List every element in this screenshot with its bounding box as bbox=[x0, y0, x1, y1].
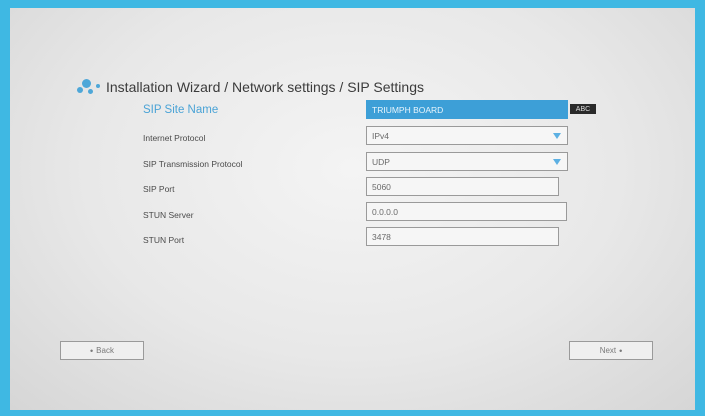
page-title: Installation Wizard / Network settings /… bbox=[106, 79, 424, 95]
sip-port-input[interactable]: 5060 bbox=[366, 177, 559, 196]
sip-transmission-protocol-label: SIP Transmission Protocol bbox=[143, 159, 243, 169]
chevron-down-icon bbox=[553, 159, 561, 165]
sip-transmission-protocol-value: UDP bbox=[372, 156, 390, 167]
internet-protocol-label: Internet Protocol bbox=[143, 133, 206, 143]
bullet-icon: • bbox=[90, 345, 94, 356]
next-button[interactable]: Next • bbox=[569, 341, 653, 360]
bullet-icon: • bbox=[619, 345, 623, 356]
back-button-label: Back bbox=[96, 346, 114, 355]
stun-port-value: 3478 bbox=[372, 231, 391, 242]
page-header: Installation Wizard / Network settings /… bbox=[74, 75, 424, 99]
wizard-screen: Installation Wizard / Network settings /… bbox=[10, 8, 695, 410]
internet-protocol-value: IPv4 bbox=[372, 130, 390, 141]
sip-port-label: SIP Port bbox=[143, 184, 175, 194]
sip-site-name-label: SIP Site Name bbox=[143, 104, 219, 116]
stun-server-value: 0.0.0.0 bbox=[372, 206, 398, 217]
sip-port-value: 5060 bbox=[372, 181, 391, 192]
chevron-down-icon bbox=[553, 133, 561, 139]
stun-port-label: STUN Port bbox=[143, 235, 185, 245]
back-button[interactable]: • Back bbox=[60, 341, 144, 360]
sip-site-name-value: TRIUMPH BOARD bbox=[372, 104, 444, 115]
brand-dots-icon bbox=[74, 75, 104, 99]
input-mode-badge: ABC bbox=[570, 104, 596, 114]
stun-server-label: STUN Server bbox=[143, 210, 194, 220]
sip-transmission-protocol-select[interactable]: UDP bbox=[366, 152, 568, 171]
next-button-label: Next bbox=[599, 346, 617, 355]
stun-server-input[interactable]: 0.0.0.0 bbox=[366, 202, 567, 221]
stun-port-input[interactable]: 3478 bbox=[366, 227, 559, 246]
sip-site-name-input[interactable]: TRIUMPH BOARD bbox=[366, 100, 568, 119]
internet-protocol-select[interactable]: IPv4 bbox=[366, 126, 568, 145]
